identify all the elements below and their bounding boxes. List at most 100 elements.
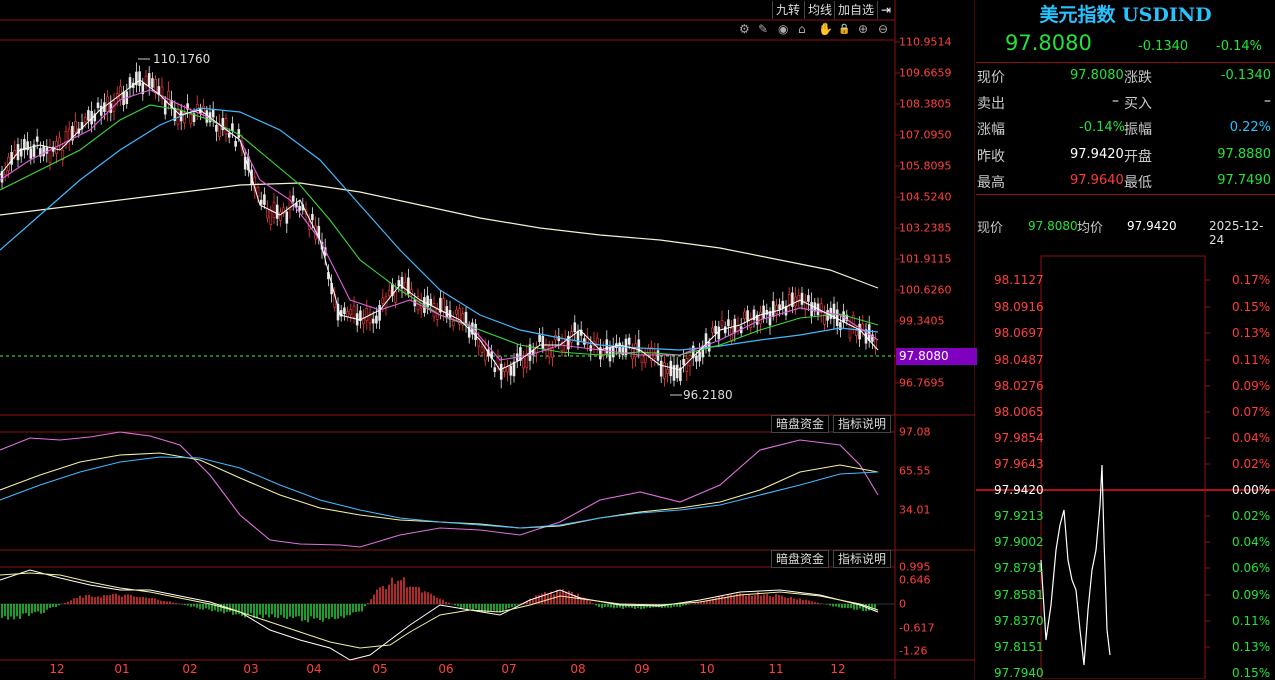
indicator-line-yellow [0,452,879,529]
price-change: -0.1340 [1138,39,1189,54]
candle-body [775,305,778,314]
candle-body [83,117,87,122]
minute-pct-tick: 0.04% [1232,431,1271,445]
y-tick: -0.617 [899,621,935,635]
minute-y-tick: 97.9420 [994,483,1044,497]
minute-pct-tick: 0.09% [1232,379,1271,393]
candle-body [669,360,673,377]
candle-body [541,335,545,349]
candle-body [695,355,698,362]
y-tick: 100.6260 [899,283,952,297]
ma-button[interactable]: 均线 [804,1,835,19]
jiuzhuan-button[interactable]: 九转 [772,1,803,19]
indicator-line-blue [0,456,879,529]
y-tick: 34.01 [899,503,931,517]
indicator-help-tag[interactable]: 指标说明 [833,415,892,433]
candle-body [583,338,586,345]
candle-body [445,306,449,319]
minute-y-tick: 98.0276 [994,379,1044,393]
candle-body [455,309,458,315]
candle-body [720,320,724,326]
candle-body [272,202,276,218]
add-watchlist-button[interactable]: 加自选 [834,1,877,19]
candle-body [215,124,218,132]
candle-body [499,363,503,380]
draw-icon[interactable]: ✎ [758,22,768,36]
candle-body [375,315,378,324]
candle-body [861,323,865,330]
candle-body [269,210,273,225]
dark-pool-tag[interactable]: 暗盘资金 [771,415,830,433]
minute-y-tick: 97.9643 [994,457,1044,471]
minute-y-tick: 98.0065 [994,405,1044,419]
candle-body [311,213,314,221]
candle-body [378,305,381,321]
x-tick: 11 [768,662,784,676]
collapse-icon[interactable]: ⇥ [877,1,894,19]
minute-y-tick: 98.0916 [994,300,1044,314]
candle-body [778,304,781,310]
candle-body [659,360,663,377]
candlesticks [0,62,877,389]
candle-body [224,118,228,135]
candle-body [787,294,791,305]
max-price-label: 110.1760 [153,52,211,66]
candle-body [35,136,39,142]
candle-body [234,140,237,147]
candle-body [848,325,852,339]
settings-icon[interactable]: ⚙ [739,22,750,36]
candle-body [365,308,369,321]
minute-y-tick: 98.0697 [994,326,1044,340]
main-chart-canvas[interactable] [0,0,975,679]
candle-body [99,105,103,116]
candle-body [762,305,765,319]
lock-icon[interactable]: 🔒 [838,24,850,35]
minute-pct-tick: 0.13% [1232,640,1271,654]
minute-avg: 97.9420 [1127,219,1177,233]
minute-y-tick: 97.8370 [994,614,1044,628]
candle-body [291,195,295,202]
candle-body [381,297,385,304]
quote-row: 卖出 – 买入 – [977,93,1271,112]
indicator-help-tag[interactable]: 指标说明 [833,550,892,568]
minute-pct-tick: 0.11% [1232,614,1271,628]
y-tick: 0.646 [899,573,931,587]
zoom-out-icon[interactable]: ⊖ [878,22,888,36]
candle-body [346,311,349,318]
minute-pct-tick: 0.02% [1232,457,1271,471]
candle-body [128,77,132,89]
candle-body [231,123,234,132]
candle-body [442,298,445,313]
y-tick: -1.26 [899,644,928,658]
candle-body [663,362,666,379]
dark-pool-tag[interactable]: 暗盘资金 [771,550,830,568]
candle-body [771,301,775,317]
candle-body [352,305,356,318]
zoom-in-icon[interactable]: ⊕ [858,22,868,36]
y-tick: 96.7695 [899,376,945,390]
candle-body [13,150,17,156]
candle-body [743,311,746,319]
candle-body [29,148,33,159]
y-tick: 109.6659 [899,66,952,80]
eye-icon[interactable]: ◉ [778,22,788,36]
x-tick: 04 [306,662,322,676]
minute-y-tick: 97.8791 [994,561,1044,575]
candle-body [96,102,100,109]
hand-icon[interactable]: ✋ [818,22,833,36]
candle-body [138,71,141,86]
candle-body [573,322,577,333]
candle-body [538,334,541,343]
candle-body [429,298,433,306]
y-tick: 97.08 [899,425,931,439]
candle-body [736,325,740,332]
x-tick: 09 [634,662,650,676]
candle-body [810,302,813,317]
minute-y-tick: 98.1127 [994,273,1044,287]
candle-body [480,346,484,353]
home-icon[interactable]: ⌂ [798,22,806,36]
candle-body [371,318,375,324]
y-tick: 108.3805 [899,97,952,111]
minute-y-tick: 97.7940 [994,666,1044,680]
candle-body [211,109,215,118]
